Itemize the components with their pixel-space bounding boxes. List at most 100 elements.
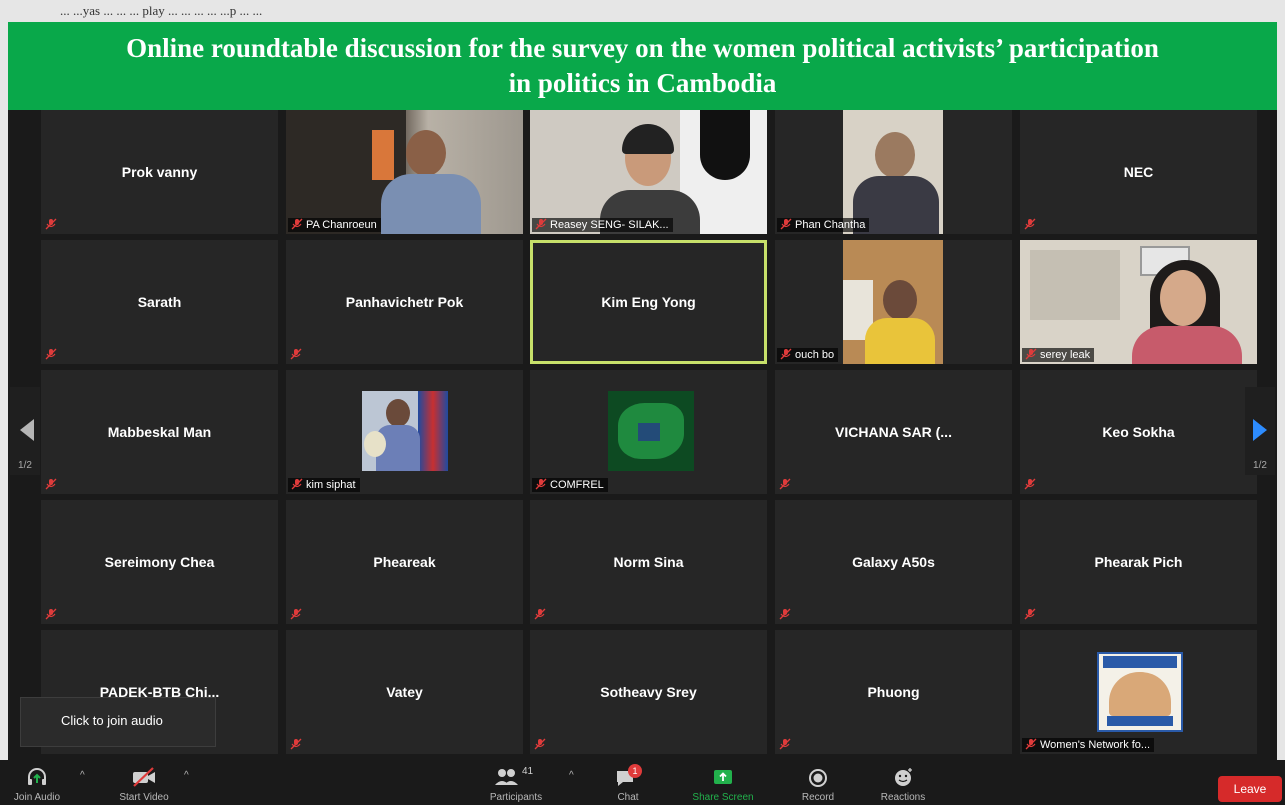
record-label: Record <box>801 792 835 803</box>
participant-name-label: ouch bo <box>777 348 839 362</box>
participant-tile-video[interactable]: Reasey SENG- SILAK... <box>530 110 767 234</box>
participant-tile[interactable]: Pheareak <box>286 500 523 624</box>
participant-name: VICHANA SAR (... <box>835 424 952 440</box>
muted-mic-icon <box>535 478 547 490</box>
next-page-button[interactable]: 1/2 <box>1245 387 1275 475</box>
audio-options-caret-icon[interactable]: ^ <box>80 770 85 781</box>
organization-logo <box>1097 652 1183 732</box>
participant-name: NEC <box>1123 164 1154 180</box>
participant-tile[interactable]: Panhavichetr Pok <box>286 240 523 364</box>
participants-button[interactable]: 41 Participants <box>478 764 554 803</box>
participant-tile-video[interactable]: serey leak <box>1020 240 1257 364</box>
participant-name: Vatey <box>386 684 423 700</box>
record-button[interactable]: Record <box>792 764 844 803</box>
participant-name: PA Chanroeun <box>306 219 377 231</box>
chat-button[interactable]: 1 Chat <box>608 764 648 803</box>
chat-icon-wrap: 1 <box>613 764 643 790</box>
participant-name: Phan Chantha <box>795 219 866 231</box>
reactions-label: Reactions <box>880 792 926 803</box>
participant-name: COMFREL <box>550 479 604 491</box>
participant-name: Sotheavy Srey <box>600 684 697 700</box>
participant-name: Phearak Pich <box>1094 554 1183 570</box>
muted-mic-icon <box>779 608 791 620</box>
participant-tile-photo[interactable]: Women's Network fo... <box>1020 630 1257 754</box>
participant-name: Galaxy A50s <box>852 554 935 570</box>
participant-name-label: PA Chanroeun <box>288 218 381 232</box>
leave-button[interactable]: Leave <box>1218 776 1282 802</box>
shelf <box>1030 250 1120 320</box>
left-page-margin <box>0 0 8 760</box>
muted-mic-icon <box>780 348 792 360</box>
previous-page-button[interactable]: 1/2 <box>10 387 40 475</box>
poster-orange-strip <box>372 130 394 180</box>
participant-name: Pheareak <box>373 554 436 570</box>
person-head <box>1160 270 1206 326</box>
muted-mic-icon <box>779 738 791 750</box>
page-header-strip: ... ...yas ... ... ... play ... ... ... … <box>0 0 1285 22</box>
participant-tile-video[interactable]: ouch bo <box>775 240 1012 364</box>
video-options-caret-icon[interactable]: ^ <box>184 770 189 781</box>
muted-mic-icon <box>779 478 791 490</box>
participant-name: Phuong <box>867 684 920 700</box>
headphones-icon <box>28 768 46 785</box>
participant-name: Sereimony Chea <box>104 554 215 570</box>
zoom-meeting-window: ... ...yas ... ... ... play ... ... ... … <box>0 0 1285 805</box>
record-icon <box>809 769 827 787</box>
muted-mic-icon <box>534 608 546 620</box>
person-head <box>883 280 917 320</box>
participant-tile[interactable]: Prok vanny <box>41 110 278 234</box>
muted-mic-icon <box>291 478 303 490</box>
smiley-icon <box>895 768 912 786</box>
active-speaker-tile[interactable]: Kim Eng Yong <box>530 240 767 364</box>
participant-tile[interactable]: Phearak Pich <box>1020 500 1257 624</box>
muted-mic-icon <box>1024 478 1036 490</box>
muted-mic-icon <box>534 738 546 750</box>
participants-label: Participants <box>489 792 543 803</box>
share-screen-button[interactable]: Share Screen <box>680 764 766 803</box>
participant-tile[interactable]: Sotheavy Srey <box>530 630 767 754</box>
start-video-button[interactable]: Start Video <box>108 764 180 803</box>
participant-tile-video[interactable]: PA Chanroeun <box>286 110 523 234</box>
muted-mic-icon <box>45 608 57 620</box>
participant-video <box>286 110 523 234</box>
participant-name-label: kim siphat <box>288 478 360 492</box>
tooltip-text: Click to join audio <box>61 713 163 728</box>
participant-tile[interactable]: VICHANA SAR (... <box>775 370 1012 494</box>
participant-name: Mabbeskal Man <box>107 424 212 440</box>
participant-name-label: COMFREL <box>532 478 608 492</box>
participant-name: Keo Sokha <box>1102 424 1175 440</box>
participant-name: serey leak <box>1040 349 1091 361</box>
participant-name: Norm Sina <box>613 554 684 570</box>
participant-name-label: serey leak <box>1022 348 1095 362</box>
muted-mic-icon <box>290 608 302 620</box>
chat-badge: 1 <box>628 764 642 778</box>
participant-tile[interactable]: Norm Sina <box>530 500 767 624</box>
participant-tile[interactable]: NEC <box>1020 110 1257 234</box>
participants-icon-wrap: 41 <box>494 764 538 790</box>
flowers <box>364 431 386 457</box>
participants-options-caret-icon[interactable]: ^ <box>569 770 574 781</box>
participant-tile-photo[interactable]: COMFREL <box>530 370 767 494</box>
person-head <box>406 130 446 176</box>
participant-tile[interactable]: Mabbeskal Man <box>41 370 278 494</box>
person-head <box>875 132 915 178</box>
chevron-left-icon <box>20 419 34 441</box>
participant-name: Prok vanny <box>121 164 198 180</box>
participant-tile-video[interactable]: Phan Chantha <box>775 110 1012 234</box>
participant-name: kim siphat <box>306 479 356 491</box>
participants-count: 41 <box>522 766 534 777</box>
page-indicator: 1/2 <box>18 460 32 471</box>
participant-tile[interactable]: Vatey <box>286 630 523 754</box>
muted-mic-icon <box>1024 218 1036 230</box>
participant-tile[interactable]: Phuong <box>775 630 1012 754</box>
participant-tile[interactable]: Sarath <box>41 240 278 364</box>
participant-tile[interactable]: Sereimony Chea <box>41 500 278 624</box>
profile-photo <box>362 391 448 471</box>
join-audio-button[interactable]: Join Audio <box>6 764 68 803</box>
participant-tile-photo[interactable]: kim siphat <box>286 370 523 494</box>
participant-tile[interactable]: Keo Sokha <box>1020 370 1257 494</box>
participants-icon <box>495 769 518 785</box>
participant-tile[interactable]: Galaxy A50s <box>775 500 1012 624</box>
muted-mic-icon <box>1024 608 1036 620</box>
reactions-button[interactable]: Reactions <box>870 764 936 803</box>
